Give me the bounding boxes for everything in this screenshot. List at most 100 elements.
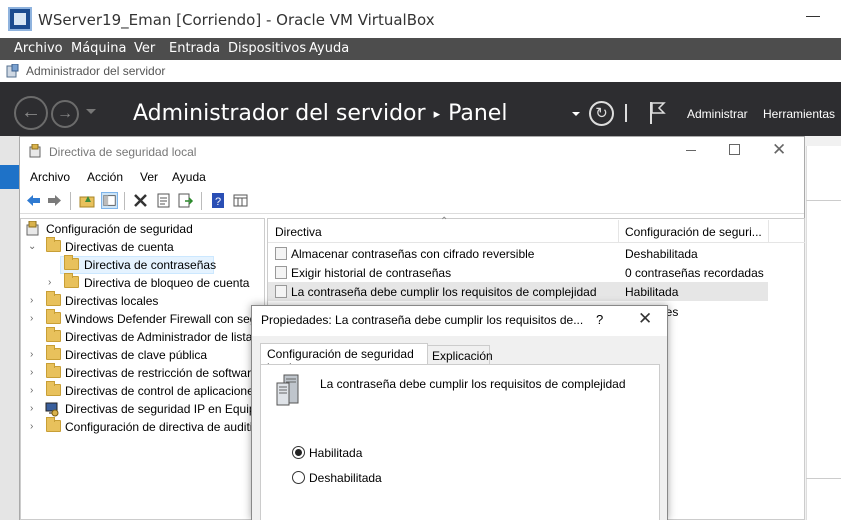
folder-icon xyxy=(46,345,61,360)
policy-icon xyxy=(275,247,287,260)
server-manager-nav-strip xyxy=(0,136,20,520)
svg-text:?: ? xyxy=(215,196,221,208)
tree-item-label: Directivas de seguridad IP en Equipo xyxy=(65,402,263,416)
refresh-dropdown-icon[interactable] xyxy=(572,112,580,116)
show-hide-tree-icon[interactable] xyxy=(101,192,118,209)
breadcrumb-current: Panel xyxy=(448,101,508,126)
tree-item-label: Directivas de Administrador de lista xyxy=(65,330,253,344)
tree-item-label: Configuración de directiva de auditi xyxy=(65,420,253,434)
toolbar-separator xyxy=(70,192,71,210)
vbox-menu-ver[interactable]: Ver xyxy=(134,41,155,56)
column-header-policy[interactable]: Directiva xyxy=(275,225,322,239)
ip-security-icon xyxy=(45,402,59,417)
help-icon[interactable]: ? xyxy=(210,192,227,209)
column-divider[interactable] xyxy=(768,220,769,243)
history-dropdown-icon[interactable] xyxy=(86,109,96,114)
policy-row[interactable]: Exigir historial de contraseñas 0 contra… xyxy=(268,263,768,282)
maximize-icon[interactable] xyxy=(729,144,740,155)
sort-caret-icon: ⌃ xyxy=(440,216,449,227)
tab-local-security-setting[interactable]: Configuración de seguridad local xyxy=(260,343,428,375)
radio-enabled[interactable] xyxy=(292,446,305,459)
vbox-menu-maquina[interactable]: Máquina xyxy=(71,41,127,56)
toolbar-separator xyxy=(201,192,202,210)
delete-icon[interactable] xyxy=(132,192,149,209)
server-manager-window-title: Administrador del servidor xyxy=(26,64,166,78)
action-pane-icon[interactable] xyxy=(232,192,249,209)
dialog-help-button[interactable]: ? xyxy=(596,312,603,327)
chevron-right-icon[interactable]: › xyxy=(30,421,33,432)
column-divider[interactable] xyxy=(618,220,619,243)
server-icon xyxy=(276,374,299,406)
virtualbox-logo-icon xyxy=(8,7,32,31)
column-header-setting[interactable]: Configuración de seguri... xyxy=(625,225,762,239)
divider xyxy=(806,200,841,201)
policy-name: Exigir historial de contraseñas xyxy=(291,266,452,280)
radio-enabled-label[interactable]: Habilitada xyxy=(309,446,362,460)
tree-item-label: Configuración de seguridad xyxy=(46,222,193,236)
breadcrumb-root: Administrador del servidor xyxy=(133,101,426,126)
folder-icon xyxy=(46,417,61,432)
tree-item-label: Directivas locales xyxy=(65,294,159,308)
chevron-down-icon[interactable]: ⌄ xyxy=(28,241,36,252)
back-arrow-icon[interactable]: ← xyxy=(14,96,48,130)
policy-value: 0 contraseñas recordadas xyxy=(625,266,764,280)
close-icon[interactable]: ✕ xyxy=(772,140,786,160)
chevron-right-icon[interactable]: › xyxy=(30,403,33,414)
radio-disabled[interactable] xyxy=(292,471,305,484)
tree-item-label: Directivas de clave pública xyxy=(65,348,208,362)
policy-name: La contraseña debe cumplir los requisito… xyxy=(291,285,597,299)
security-policy-icon xyxy=(29,144,41,158)
vbox-menu-archivo[interactable]: Archivo xyxy=(14,41,63,56)
folder-icon xyxy=(46,363,61,378)
minimize-icon[interactable] xyxy=(806,16,820,17)
export-list-icon[interactable] xyxy=(177,192,194,209)
lsp-window-title: Directiva de seguridad local xyxy=(49,145,197,159)
folder-icon xyxy=(46,291,61,306)
lsp-menu-archivo[interactable]: Archivo xyxy=(30,170,70,184)
vbox-menu-dispositivos[interactable]: Dispositivos xyxy=(228,41,306,56)
refresh-icon[interactable]: ↻ xyxy=(589,101,614,126)
tree-item-label: Directiva de contraseñas xyxy=(84,258,217,272)
chevron-right-icon[interactable]: › xyxy=(30,313,33,324)
lsp-menu-ver[interactable]: Ver xyxy=(140,170,158,184)
folder-icon xyxy=(64,255,79,270)
up-folder-icon[interactable] xyxy=(79,192,96,209)
policy-value: Habilitada xyxy=(625,285,679,299)
vbox-window-title: WServer19_Eman [Corriendo] - Oracle VM V… xyxy=(38,11,435,29)
policy-description: La contraseña debe cumplir los requisito… xyxy=(320,377,626,391)
server-manager-icon xyxy=(6,64,19,78)
notifications-flag-icon[interactable] xyxy=(648,101,666,125)
tab-explain[interactable]: Explicación xyxy=(428,345,493,365)
forward-arrow-icon[interactable]: → xyxy=(51,100,79,128)
tools-menu[interactable]: Herramientas xyxy=(763,107,835,121)
chevron-right-icon[interactable]: › xyxy=(30,349,33,360)
vbox-menu-entrada[interactable]: Entrada xyxy=(169,41,220,56)
minimize-icon[interactable] xyxy=(686,150,696,151)
radio-disabled-label[interactable]: Deshabilitada xyxy=(309,471,382,485)
lsp-menu-ayuda[interactable]: Ayuda xyxy=(172,170,206,184)
chevron-right-icon[interactable]: › xyxy=(30,385,33,396)
vbox-menubar: Archivo Máquina Ver Entrada Dispositivos… xyxy=(0,38,841,60)
policy-row[interactable]: Almacenar contraseñas con cifrado revers… xyxy=(268,244,768,263)
policy-icon xyxy=(275,266,287,279)
back-icon[interactable] xyxy=(25,192,42,209)
forward-icon[interactable] xyxy=(46,192,63,209)
folder-icon xyxy=(64,273,79,288)
vbox-titlebar: WServer19_Eman [Corriendo] - Oracle VM V… xyxy=(0,0,841,38)
properties-icon[interactable] xyxy=(155,192,172,209)
policy-icon xyxy=(275,285,287,298)
chevron-right-icon[interactable]: › xyxy=(30,367,33,378)
chevron-right-icon[interactable]: › xyxy=(30,295,33,306)
lsp-menu-accion[interactable]: Acción xyxy=(87,170,123,184)
vbox-menu-ayuda[interactable]: Ayuda xyxy=(309,41,349,56)
folder-icon xyxy=(46,309,61,324)
server-manager-nav-selected[interactable] xyxy=(0,165,20,189)
manage-menu[interactable]: Administrar xyxy=(687,107,748,121)
security-settings-icon xyxy=(26,221,39,236)
dialog-close-icon[interactable]: ✕ xyxy=(638,309,652,329)
folder-icon xyxy=(46,381,61,396)
chevron-right-icon[interactable]: › xyxy=(48,277,51,288)
page-title: Administrador del servidor ▸ Panel xyxy=(133,101,507,126)
policy-row-selected[interactable]: La contraseña debe cumplir los requisito… xyxy=(268,282,768,301)
server-manager-right-panel xyxy=(806,146,841,520)
